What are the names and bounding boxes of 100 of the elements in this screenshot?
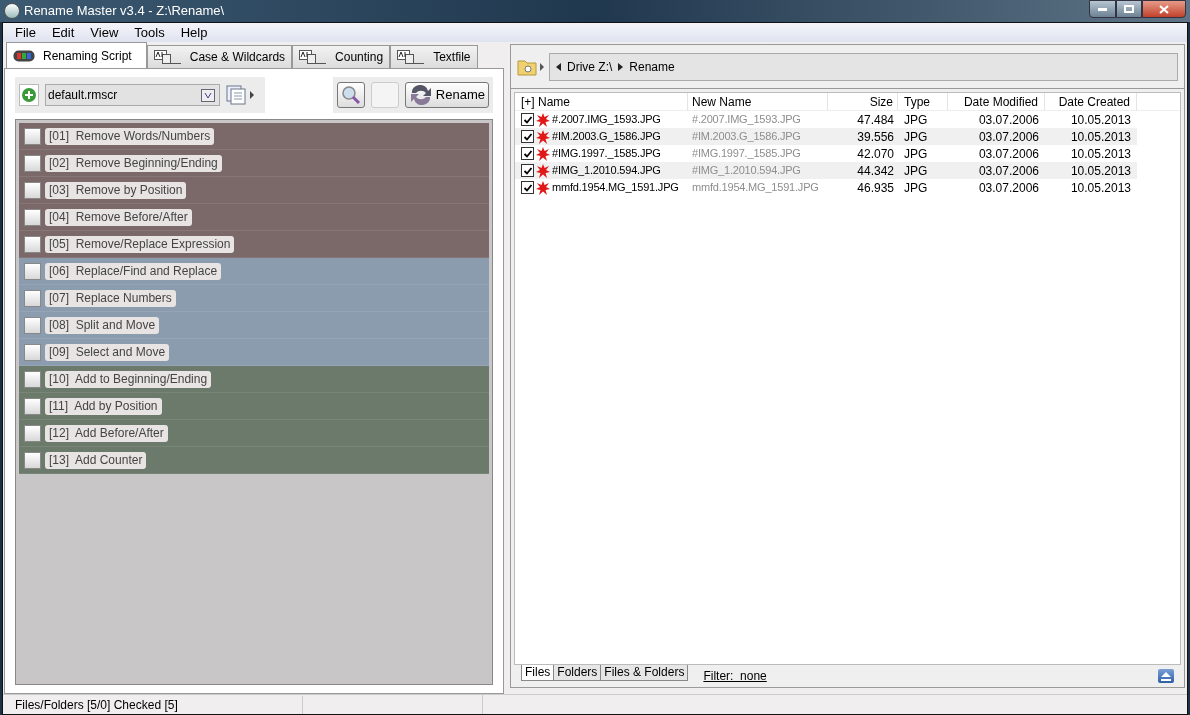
checkbox[interactable] — [24, 424, 41, 442]
tab[interactable]: Case & Wildcards — [146, 45, 293, 68]
file-type: JPG — [903, 145, 929, 163]
script-row[interactable]: [05] Remove/Replace Expression — [19, 231, 489, 258]
date-modified: 03.07.2006 — [977, 128, 1040, 146]
view-tab[interactable]: Folders — [553, 665, 602, 681]
close-icon — [1159, 4, 1169, 14]
script-row[interactable]: [08] Split and Move — [19, 312, 489, 339]
status-text: Files/Folders [5/0] Checked [5] — [3, 695, 303, 714]
column-header[interactable]: [+] Name — [515, 93, 688, 110]
checkbox[interactable] — [24, 370, 41, 388]
breadcrumb-item[interactable]: Drive Z:\ — [567, 57, 613, 76]
script-row[interactable]: [06] Replace/Find and Replace — [19, 258, 489, 285]
script-step-label[interactable]: [12] Add Before/After — [45, 424, 168, 442]
minimize-button[interactable] — [1089, 0, 1116, 18]
documents-icon[interactable] — [226, 85, 256, 105]
view-tab[interactable]: Files — [521, 665, 555, 681]
back-arrow-icon[interactable] — [556, 62, 561, 71]
script-step-label[interactable]: [10] Add to Beginning/Ending — [45, 370, 212, 388]
column-header[interactable]: New Name — [688, 93, 828, 110]
search-button[interactable] — [336, 82, 365, 108]
column-header[interactable]: Date Modified — [948, 93, 1045, 110]
script-step-label[interactable]: [05] Remove/Replace Expression — [45, 235, 235, 253]
tab[interactable]: Textfile — [390, 45, 478, 68]
file-type: JPG — [903, 111, 929, 129]
checkbox[interactable] — [24, 127, 41, 145]
traffic-light-icon — [13, 49, 35, 62]
script-row[interactable]: [10] Add to Beginning/Ending — [19, 366, 489, 393]
filter-link[interactable]: Filter: none — [703, 667, 767, 685]
checkbox[interactable] — [521, 164, 534, 177]
rename-button[interactable]: Rename — [404, 82, 489, 108]
minimize-icon — [1098, 7, 1107, 11]
script-row[interactable]: [02] Remove Beginning/Ending — [19, 150, 489, 177]
checkbox[interactable] — [24, 343, 41, 361]
view-tab[interactable]: Files & Folders — [600, 665, 689, 681]
tab[interactable]: Renaming Script — [6, 42, 147, 68]
script-row[interactable]: [11] Add by Position — [19, 393, 489, 420]
close-button[interactable] — [1142, 0, 1186, 18]
column-header[interactable]: Type — [898, 93, 948, 110]
script-step-label[interactable]: [07] Replace Numbers — [45, 289, 176, 307]
script-dropdown[interactable]: default.rmscr — [45, 84, 220, 106]
date-modified: 03.07.2006 — [977, 162, 1040, 180]
checkbox[interactable] — [24, 316, 41, 334]
file-name: mmfd.1954.MG_1591.JPG — [552, 180, 679, 196]
date-created: 10.05.2013 — [1069, 128, 1132, 146]
script-step-label[interactable]: [09] Select and Move — [45, 343, 170, 361]
new-name: #IMG.1997._1585.JPG — [691, 146, 802, 162]
checkbox[interactable] — [24, 451, 41, 469]
checkbox[interactable] — [24, 289, 41, 307]
menu-item[interactable]: Help — [172, 22, 216, 43]
checkbox[interactable] — [521, 130, 534, 143]
menu-item[interactable]: Tools — [126, 22, 173, 43]
maximize-button[interactable] — [1116, 0, 1142, 18]
checkbox[interactable] — [24, 181, 41, 199]
script-step-label[interactable]: [01] Remove Words/Numbers — [45, 127, 215, 145]
checkbox[interactable] — [521, 181, 534, 194]
app-logo-icon — [4, 3, 20, 19]
script-row[interactable]: [03] Remove by Position — [19, 177, 489, 204]
menu-item[interactable]: File — [7, 22, 44, 43]
date-created: 10.05.2013 — [1069, 162, 1132, 180]
date-created: 10.05.2013 — [1069, 111, 1132, 129]
script-step-label[interactable]: [08] Split and Move — [45, 316, 160, 334]
file-name: #IM.2003.G_1586.JPG — [552, 129, 661, 145]
search-icon — [340, 85, 361, 105]
script-step-label[interactable]: [03] Remove by Position — [45, 181, 187, 199]
date-modified: 03.07.2006 — [977, 111, 1040, 129]
column-header[interactable]: Size — [828, 93, 898, 110]
script-step-label[interactable]: [04] Remove Before/After — [45, 208, 192, 226]
checkbox[interactable] — [521, 113, 534, 126]
file-type: JPG — [903, 179, 929, 197]
file-icon — [535, 145, 551, 162]
checkbox[interactable] — [24, 262, 41, 280]
script-step-label[interactable]: [13] Add Counter — [45, 451, 147, 469]
checkbox[interactable] — [24, 154, 41, 172]
script-row[interactable]: [12] Add Before/After — [19, 420, 489, 447]
script-step-label[interactable]: [06] Replace/Find and Replace — [45, 262, 222, 280]
script-step-label[interactable]: [02] Remove Beginning/Ending — [45, 154, 222, 172]
file-size: 47.484 — [856, 111, 895, 129]
script-step-label[interactable]: [11] Add by Position — [45, 397, 162, 415]
column-header[interactable]: Date Created — [1045, 93, 1137, 110]
file-type: JPG — [903, 128, 929, 146]
swap-arrows-icon — [408, 85, 433, 105]
menu-item[interactable]: Edit — [43, 22, 83, 43]
maximize-icon — [1124, 5, 1134, 13]
checkbox[interactable] — [24, 397, 41, 415]
eject-button[interactable] — [1158, 669, 1174, 683]
checkbox[interactable] — [24, 208, 41, 226]
script-row[interactable]: [07] Replace Numbers — [19, 285, 489, 312]
checkbox[interactable] — [521, 147, 534, 160]
script-row[interactable]: [09] Select and Move — [19, 339, 489, 366]
file-icon — [535, 162, 551, 179]
chevron-right-icon[interactable] — [618, 62, 624, 71]
checkbox[interactable] — [24, 235, 41, 253]
script-row[interactable]: [04] Remove Before/After — [19, 204, 489, 231]
script-row[interactable]: [01] Remove Words/Numbers — [19, 123, 489, 150]
breadcrumb-item[interactable]: Rename — [629, 57, 675, 76]
menu-item[interactable]: View — [82, 22, 127, 43]
add-script-button[interactable] — [19, 84, 39, 106]
tab[interactable]: Counting — [292, 45, 391, 68]
script-row[interactable]: [13] Add Counter — [19, 447, 489, 474]
